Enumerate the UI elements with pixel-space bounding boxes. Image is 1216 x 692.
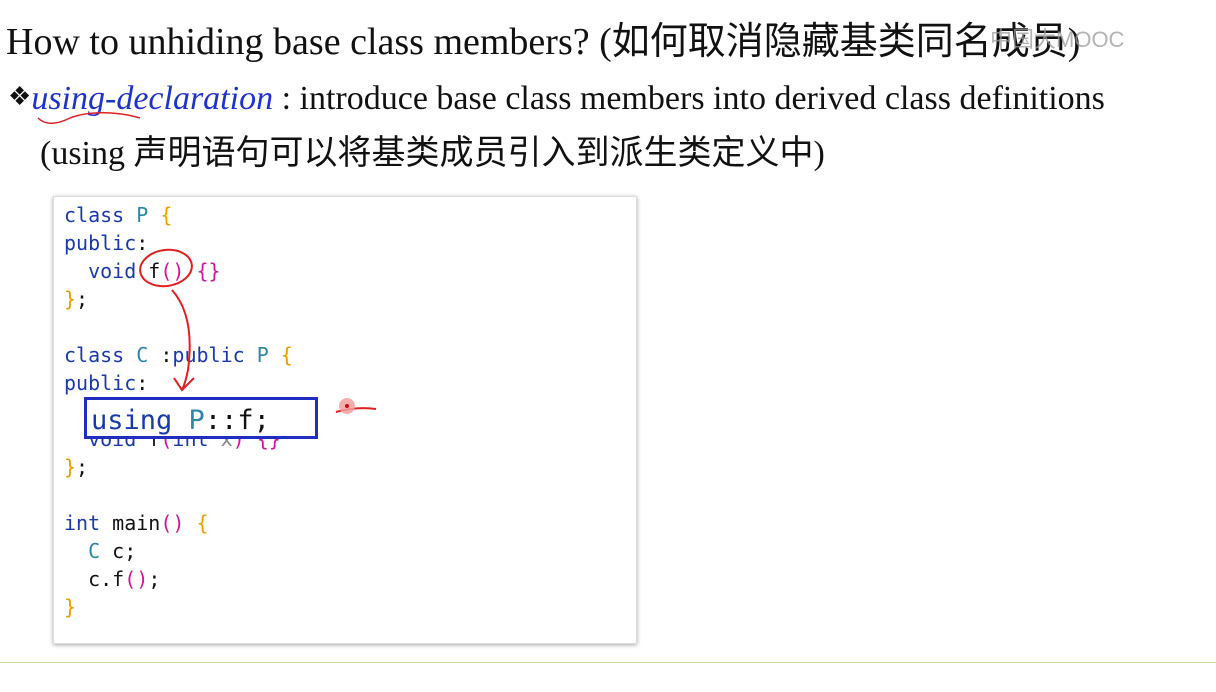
watermark-logo: 中国大MOOC (990, 27, 1125, 52)
slide-title: How to unhiding base class members? (如何取… (6, 21, 1081, 63)
bullet-term: using-declaration (31, 80, 274, 117)
highlighted-using-line: using P::f; (84, 397, 318, 439)
footer-divider (0, 662, 1216, 663)
bullet-line: ❖using-declaration : introduce base clas… (8, 80, 1105, 118)
bullet-text: : introduce base class members into deri… (273, 80, 1105, 117)
diamond-bullet-icon: ❖ (8, 82, 32, 111)
bullet-subtext: (using 声明语句可以将基类成员引入到派生类定义中) (40, 135, 825, 172)
code-card: class P { public: void f() {} }; class C… (53, 196, 637, 644)
